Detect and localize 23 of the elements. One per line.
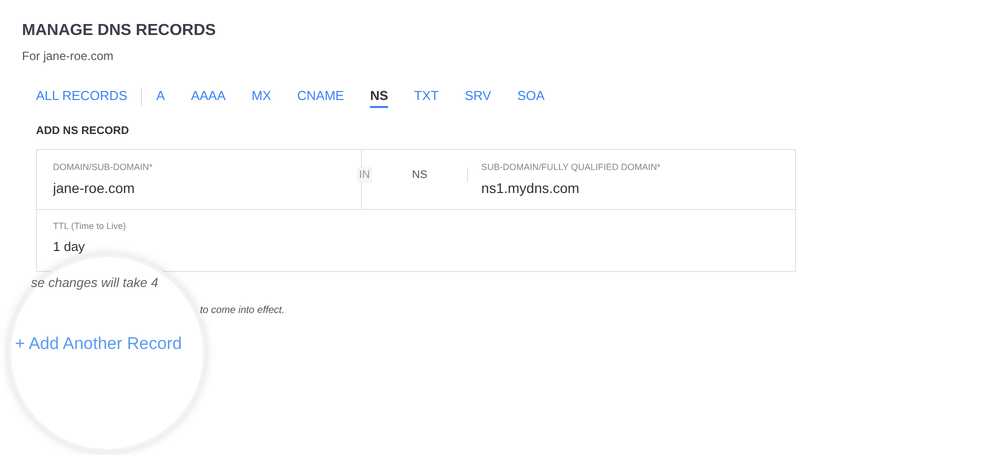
record-type-tab[interactable]: NS (370, 86, 388, 108)
record-type-tab[interactable]: CNAME (297, 86, 344, 108)
add-record-link[interactable]: + Add Another Record (15, 330, 182, 356)
notice-text: to come into effect. (200, 304, 284, 318)
field-label: SUB-DOMAIN/FULLY QUALIFIED DOMAIN* (481, 160, 660, 174)
magnified-notice: se changes will take 4 (31, 274, 158, 292)
record-class: IN (357, 166, 372, 183)
record-type-tab[interactable]: SRV (464, 86, 492, 108)
page-title: MANAGE DNS RECORDS (22, 21, 216, 41)
domain-input[interactable]: jane-roe.com (53, 178, 343, 199)
record-type-tab[interactable]: TXT (414, 86, 439, 108)
record-type-tab[interactable]: ALL RECORDS (36, 86, 128, 108)
field-label: DOMAIN/SUB-DOMAIN* (53, 160, 153, 174)
page-subtitle: For jane-roe.com (22, 48, 114, 65)
record-type: NS (412, 168, 428, 182)
field-label: TTL (Time to Live) (53, 220, 126, 233)
section-heading: ADD NS RECORD (36, 124, 129, 139)
record-type-tab[interactable]: MX (252, 86, 272, 108)
ttl-select[interactable]: 1 day (53, 237, 85, 256)
record-type-tab[interactable]: A (156, 86, 165, 108)
target-input[interactable]: ns1.mydns.com (481, 178, 772, 199)
record-type-tab[interactable]: AAAA (190, 86, 226, 108)
record-type-tab[interactable]: SOA (517, 86, 545, 108)
